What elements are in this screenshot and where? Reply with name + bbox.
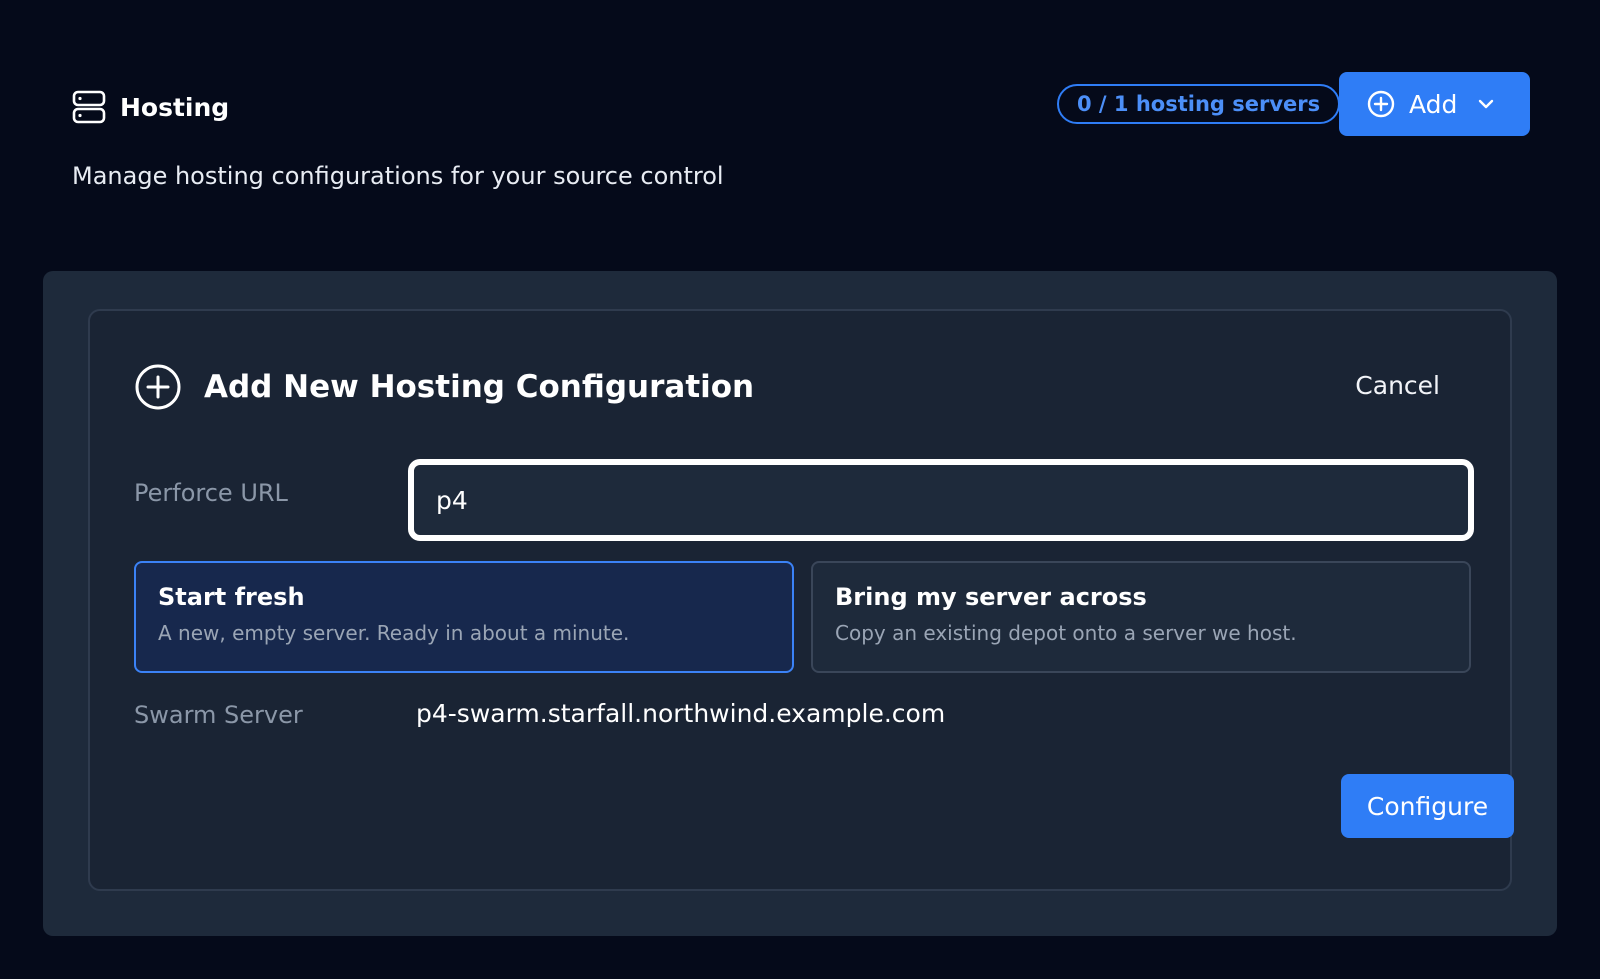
page-header: Hosting 0 / 1 hosting servers Add <box>72 72 1530 138</box>
page-title: Hosting <box>120 92 230 122</box>
add-button-label: Add <box>1409 89 1458 119</box>
option-start-fresh[interactable]: Start fresh A new, empty server. Ready i… <box>134 561 794 673</box>
add-config-form: Add New Hosting Configuration Cancel Per… <box>88 309 1514 891</box>
option-description: A new, empty server. Ready in about a mi… <box>158 621 630 645</box>
swarm-server-value: p4-swarm.starfall.northwind.example.com <box>416 699 946 728</box>
add-button[interactable]: Add <box>1339 72 1530 136</box>
server-icon <box>72 90 106 124</box>
form-header: Add New Hosting Configuration <box>134 363 754 411</box>
option-description: Copy an existing depot onto a server we … <box>835 621 1297 645</box>
plus-circle-icon <box>1367 90 1395 118</box>
hosting-count-badge: 0 / 1 hosting servers <box>1057 84 1341 124</box>
perforce-url-label: Perforce URL <box>134 479 288 507</box>
option-bring-server[interactable]: Bring my server across Copy an existing … <box>811 561 1471 673</box>
option-title: Bring my server across <box>835 583 1147 611</box>
cancel-button[interactable]: Cancel <box>1355 371 1440 400</box>
option-title: Start fresh <box>158 583 305 611</box>
configure-button[interactable]: Configure <box>1341 774 1514 838</box>
form-title: Add New Hosting Configuration <box>204 369 755 405</box>
perforce-url-input[interactable] <box>408 459 1474 541</box>
chevron-down-icon <box>1477 95 1495 113</box>
hosting-panel: Add New Hosting Configuration Cancel Per… <box>43 271 1557 936</box>
swarm-server-label: Swarm Server <box>134 701 303 729</box>
page-subtitle: Manage hosting configurations for your s… <box>72 162 724 190</box>
page-title-group: Hosting <box>72 84 229 130</box>
plus-circle-icon <box>134 363 182 411</box>
